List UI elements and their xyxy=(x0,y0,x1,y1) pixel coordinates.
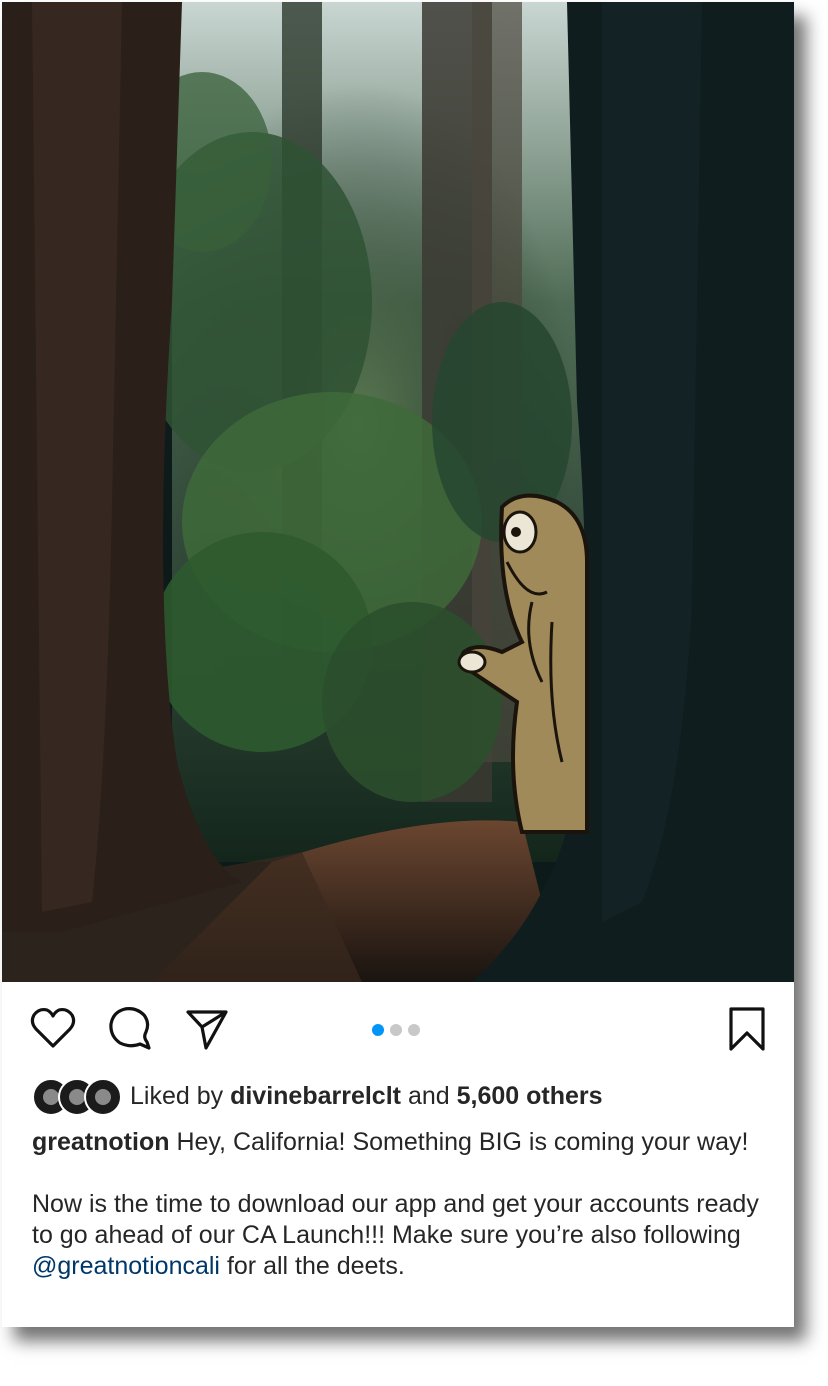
post-image[interactable] xyxy=(2,2,794,982)
instagram-post: Liked by divinebarrelclt and 5,600 other… xyxy=(2,2,794,1327)
likes-prefix: Liked by xyxy=(130,1081,224,1110)
mention-link[interactable]: @greatnotioncali xyxy=(32,1252,220,1280)
like-button[interactable] xyxy=(30,1006,76,1052)
forest-bigfoot-illustration xyxy=(2,2,794,982)
post-action-bar xyxy=(2,982,794,1072)
carousel-dot xyxy=(390,1024,402,1036)
share-button[interactable] xyxy=(184,1006,230,1052)
likes-joiner: and xyxy=(407,1081,450,1110)
caption-line1: Hey, California! Something BIG is coming… xyxy=(176,1128,749,1156)
save-button[interactable] xyxy=(724,1006,770,1052)
caption-body-end: for all the deets. xyxy=(220,1252,405,1280)
heart-icon xyxy=(30,1007,76,1048)
carousel-dot xyxy=(372,1024,384,1036)
likes-count[interactable]: 5,600 others xyxy=(457,1082,603,1111)
send-icon xyxy=(186,1010,228,1050)
carousel-dot xyxy=(408,1024,420,1036)
liker-avatars[interactable] xyxy=(32,1078,122,1116)
carousel-indicator xyxy=(372,1024,420,1036)
caption-username[interactable]: greatnotion xyxy=(32,1128,170,1156)
likes-summary: Liked by divinebarrelclt and 5,600 other… xyxy=(32,1076,792,1116)
comment-button[interactable] xyxy=(107,1006,153,1052)
avatar xyxy=(84,1078,122,1116)
post-caption: greatnotion Hey, California! Something B… xyxy=(32,1127,772,1282)
bookmark-icon xyxy=(729,1007,765,1051)
comment-icon xyxy=(109,1007,151,1050)
caption-body: Now is the time to download our app and … xyxy=(32,1190,759,1249)
liker-username[interactable]: divinebarrelclt xyxy=(230,1082,401,1111)
